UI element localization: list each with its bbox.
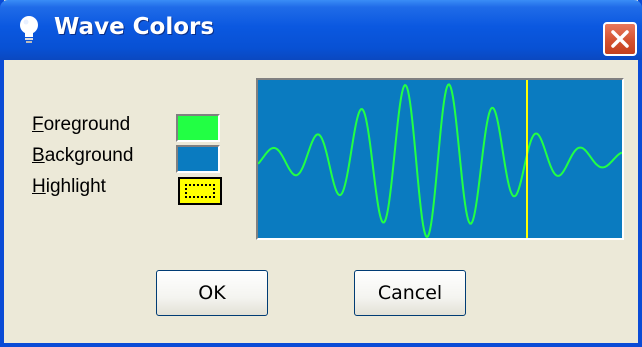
focus-rectangle	[185, 184, 215, 198]
wave-colors-dialog: Wave Colors Foreground Background Highli…	[0, 0, 642, 347]
wave-preview	[256, 78, 624, 240]
foreground-label: Foreground	[32, 114, 131, 135]
foreground-swatch[interactable]	[176, 114, 220, 142]
title-bar[interactable]: Wave Colors	[0, 0, 642, 60]
wave-preview-canvas	[258, 80, 622, 238]
highlight-label: Highlight	[32, 176, 106, 197]
close-button[interactable]	[603, 22, 637, 56]
lightbulb-icon	[20, 16, 38, 43]
highlight-swatch[interactable]	[178, 177, 222, 205]
close-icon	[611, 30, 629, 48]
background-label: Background	[32, 145, 134, 166]
cancel-button[interactable]: Cancel	[354, 270, 466, 316]
window-title: Wave Colors	[54, 14, 215, 40]
wave-background	[258, 80, 622, 238]
background-swatch[interactable]	[176, 145, 220, 173]
ok-button[interactable]: OK	[156, 270, 268, 316]
